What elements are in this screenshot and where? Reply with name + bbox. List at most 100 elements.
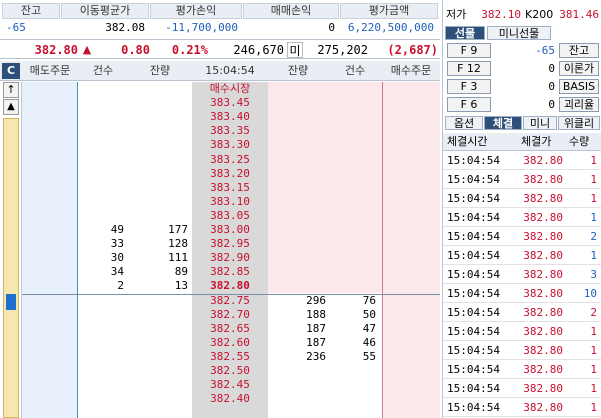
function-key[interactable]: F 12	[447, 61, 491, 76]
price-level[interactable]: 383.40	[192, 110, 268, 124]
orderbook-row[interactable]: 383.25	[0, 153, 440, 167]
price-level[interactable]: 382.65	[192, 322, 268, 336]
function-key[interactable]: F 6	[447, 97, 491, 112]
open-interest: 275,202	[317, 43, 368, 57]
function-value: 0	[548, 98, 555, 111]
price-level[interactable]: 383.30	[192, 138, 268, 152]
header-bid-qty: 잔량	[287, 64, 309, 77]
trade-price: 382.80	[523, 363, 563, 376]
price-level[interactable]: 382.40	[192, 392, 268, 406]
function-key[interactable]: F 9	[447, 43, 491, 58]
orderbook-row[interactable]: 382.40	[0, 392, 440, 406]
orderbook-row[interactable]: 383.10	[0, 195, 440, 209]
trade-row[interactable]: 15:04:54 382.80 1	[443, 322, 601, 341]
function-key[interactable]: F 3	[447, 79, 491, 94]
orderbook-row[interactable]: 383.30	[0, 138, 440, 152]
orderbook-row[interactable]: 383.40	[0, 110, 440, 124]
trade-price: 382.80	[523, 382, 563, 395]
price-level[interactable]: 382.60	[192, 336, 268, 350]
ask-qty	[130, 181, 188, 195]
orderbook-row[interactable]: 매수시장	[0, 82, 440, 96]
price-level[interactable]: 382.95	[192, 237, 268, 251]
orderbook-row[interactable]: 382.55 236 55	[0, 350, 440, 364]
tab-mini-futures[interactable]: 미니선물	[487, 26, 551, 40]
ask-qty	[130, 138, 188, 152]
orderbook-row[interactable]: 383.15	[0, 181, 440, 195]
trade-row[interactable]: 15:04:54 382.80 10	[443, 284, 601, 303]
bid-qty: 187	[306, 322, 326, 335]
price-level[interactable]: 383.35	[192, 124, 268, 138]
trade-qty: 3	[590, 268, 597, 281]
trade-row[interactable]: 15:04:54 382.80 1	[443, 360, 601, 379]
trade-time: 15:04:54	[447, 230, 500, 243]
price-level[interactable]: 382.70	[192, 308, 268, 322]
orderbook-row[interactable]: 382.50	[0, 364, 440, 378]
price-level[interactable]: 382.45	[192, 378, 268, 392]
trade-row[interactable]: 15:04:54 382.80 1	[443, 151, 601, 170]
orderbook-row[interactable]: 2 13 382.80	[0, 279, 440, 293]
price-level[interactable]: 383.45	[192, 96, 268, 110]
quote-info-row: 저가 382.10 K200 381.46	[443, 8, 601, 22]
tab-futures[interactable]: 선물	[445, 26, 485, 40]
price-level[interactable]: 382.85	[192, 265, 268, 279]
trade-row[interactable]: 15:04:54 382.80 2	[443, 303, 601, 322]
orderbook-row[interactable]: 34 89 382.85	[0, 265, 440, 279]
price-level[interactable]: 383.10	[192, 195, 268, 209]
price-level[interactable]: 383.25	[192, 153, 268, 167]
trade-row[interactable]: 15:04:54 382.80 3	[443, 265, 601, 284]
ask-count	[80, 153, 124, 167]
price-level[interactable]: 383.00	[192, 223, 268, 237]
tab-trades[interactable]: 체결	[484, 116, 522, 130]
orderbook-mode-button[interactable]: C	[2, 63, 20, 79]
current-price-level[interactable]: 382.80	[192, 279, 268, 293]
trade-time: 15:04:54	[447, 325, 500, 338]
trade-row[interactable]: 15:04:54 382.80 1	[443, 341, 601, 360]
orderbook-row[interactable]: 383.05	[0, 209, 440, 223]
orderbook-row[interactable]: 33 128 382.95	[0, 237, 440, 251]
orderbook-row[interactable]: 30 111 382.90	[0, 251, 440, 265]
trade-time: 15:04:54	[447, 306, 500, 319]
function-button[interactable]: BASIS	[559, 79, 599, 94]
price-level[interactable]: 382.50	[192, 364, 268, 378]
trades-list[interactable]: 15:04:54 382.80 1 15:04:54 382.80 1 15:04:54 38…	[443, 151, 601, 418]
orderbook-row[interactable]: 382.45	[0, 378, 440, 392]
orderbook-row[interactable]: 49 177 383.00	[0, 223, 440, 237]
orderbook-row[interactable]: 383.20	[0, 167, 440, 181]
function-button[interactable]: 괴리율	[559, 97, 599, 112]
tab-weekly[interactable]: 위클리	[558, 116, 600, 130]
summary-avg-price: 382.08	[105, 21, 145, 34]
price-change-rate: 0.21%	[171, 43, 208, 57]
orderbook-row[interactable]: 382.75 296 76	[0, 294, 440, 308]
orderbook-row[interactable]: 382.70 188 50	[0, 308, 440, 322]
bid-count: 50	[362, 308, 376, 321]
trade-qty: 1	[590, 173, 597, 186]
trade-row[interactable]: 15:04:54 382.80 1	[443, 170, 601, 189]
trade-row[interactable]: 15:04:54 382.80 1	[443, 208, 601, 227]
function-button[interactable]: 이론가	[559, 61, 599, 76]
trade-row[interactable]: 15:04:54 382.80 1	[443, 398, 601, 417]
price-level[interactable]: 382.90	[192, 251, 268, 265]
orderbook-row[interactable]: 383.35	[0, 124, 440, 138]
trade-row[interactable]: 15:04:54 382.80 1	[443, 189, 601, 208]
price-level[interactable]: 383.20	[192, 167, 268, 181]
price-level[interactable]: 383.15	[192, 181, 268, 195]
market-order-label[interactable]: 매수시장	[192, 82, 268, 96]
orderbook-row[interactable]: 382.60 187 46	[0, 336, 440, 350]
ask-count	[80, 167, 124, 181]
orderbook-row[interactable]: 383.45	[0, 96, 440, 110]
price-level[interactable]: 383.05	[192, 209, 268, 223]
tab-options[interactable]: 옵션	[445, 116, 483, 130]
up-arrow-icon: ▲	[82, 43, 92, 56]
function-button[interactable]: 잔고	[559, 43, 599, 58]
trade-row[interactable]: 15:04:54 382.80 2	[443, 227, 601, 246]
trade-row[interactable]: 15:04:54 382.80 1	[443, 379, 601, 398]
ask-count: 49	[110, 223, 124, 236]
orderbook-row[interactable]: 382.65 187 47	[0, 322, 440, 336]
price-level[interactable]: 382.55	[192, 350, 268, 364]
ask-qty	[130, 110, 188, 124]
trades-header: 체결시간 체결가 수량	[443, 133, 601, 151]
trade-row[interactable]: 15:04:54 382.80 1	[443, 246, 601, 265]
price-level[interactable]: 382.75	[192, 294, 268, 308]
tab-mini[interactable]: 미니	[523, 116, 557, 130]
open-interest-change: (2,687)	[387, 43, 438, 57]
